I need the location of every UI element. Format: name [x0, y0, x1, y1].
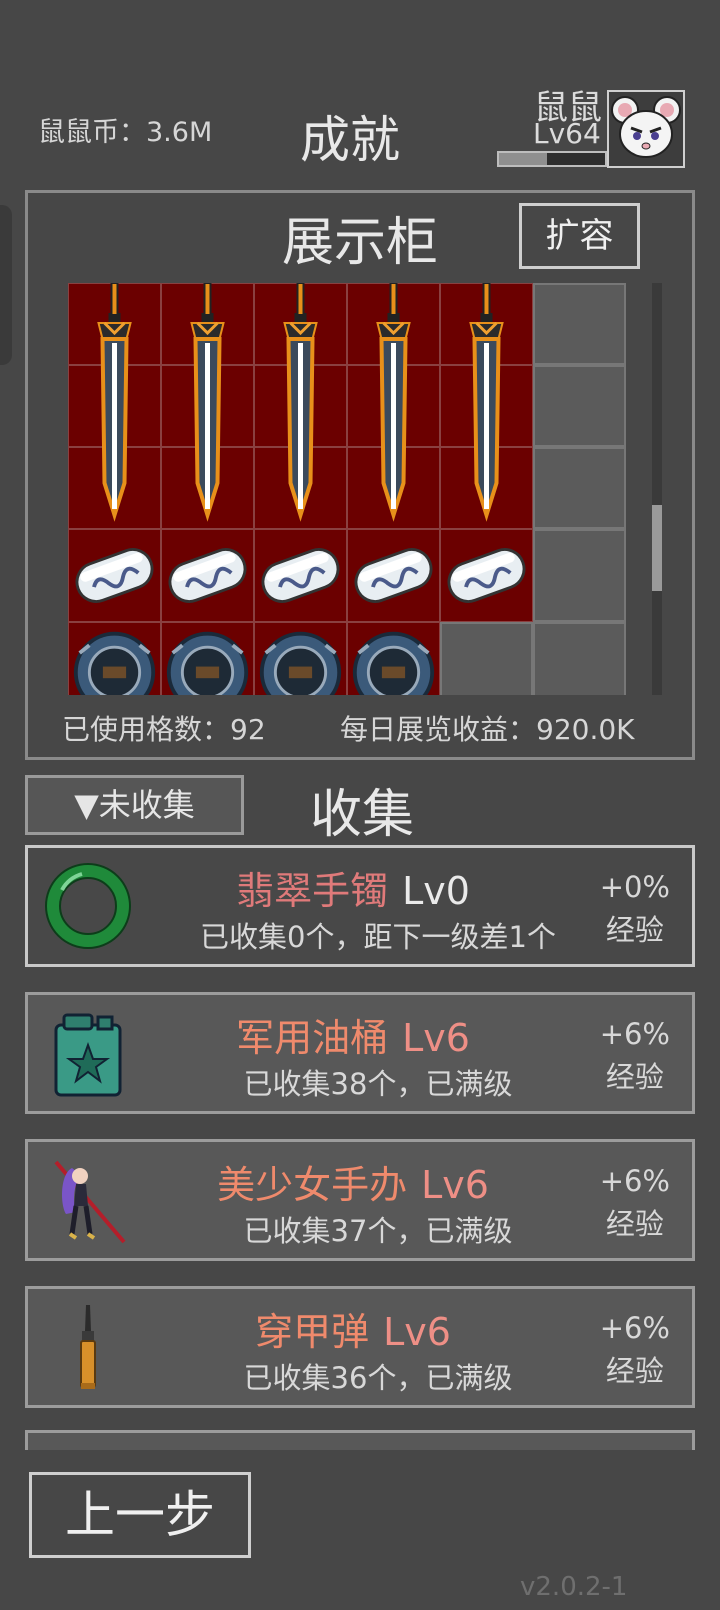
version-label: v2.0.2-1: [520, 1572, 628, 1602]
watch-icon: [256, 624, 345, 695]
watch-icon: [70, 624, 159, 695]
showcase-slot-empty[interactable]: [533, 529, 626, 622]
back-button[interactable]: 上一步: [29, 1472, 251, 1558]
collection-card-partial[interactable]: [25, 1430, 695, 1450]
showcase-slot-empty[interactable]: [533, 283, 626, 365]
watch-icon: [349, 624, 438, 695]
sword-icon: [347, 283, 440, 529]
item-level: Lv6: [383, 1310, 451, 1354]
item-progress: 已收集0个，距下一级差1个: [200, 920, 556, 954]
item-name: 穿甲弹: [255, 1310, 370, 1354]
pill-capsule-icon: [70, 531, 159, 620]
expand-button[interactable]: 扩容: [519, 203, 640, 269]
sword-icon: [440, 283, 533, 529]
jerry-can-icon: [54, 1013, 122, 1097]
exp-bonus: +6%: [599, 1017, 670, 1051]
item-level: Lv0: [402, 869, 470, 913]
item-name: 美少女手办: [217, 1163, 408, 1207]
jade-bracelet-icon: [45, 863, 131, 949]
pill-capsule-icon: [442, 531, 531, 620]
item-progress: 已收集37个，已满级: [243, 1214, 513, 1248]
side-drawer-handle[interactable]: [0, 205, 12, 365]
collection-card-jade-bracelet[interactable]: 翡翠手镯 Lv0 已收集0个，距下一级差1个 +0% 经验: [25, 845, 695, 967]
exp-bonus-label: 经验: [605, 1207, 664, 1241]
pill-capsule-icon: [163, 531, 252, 620]
collection-title: 收集: [310, 785, 415, 845]
exp-bonus-label: 经验: [605, 913, 664, 947]
mouse-avatar-icon: [611, 96, 681, 158]
pill-capsule-icon: [349, 531, 438, 620]
anime-figure-icon: [54, 1160, 126, 1244]
showcase-scrollbar[interactable]: [652, 283, 662, 695]
showcase-slot-empty[interactable]: [440, 622, 533, 695]
showcase-slot-empty[interactable]: [533, 447, 626, 529]
item-name: 军用油桶: [236, 1016, 389, 1060]
pill-capsule-icon: [256, 531, 345, 620]
experience-bar-fill: [499, 153, 547, 165]
item-level: Lv6: [421, 1163, 489, 1207]
sword-icon: [68, 283, 161, 529]
page-title: 成就: [300, 111, 400, 169]
exp-bonus: +0%: [599, 870, 670, 904]
used-slots: 已使用格数：92: [62, 713, 266, 746]
player-avatar[interactable]: [607, 90, 685, 168]
collection-card-armor-piercing-bullet[interactable]: 穿甲弹 Lv6 已收集36个，已满级 +6% 经验: [25, 1286, 695, 1408]
player-level: Lv64: [533, 117, 601, 150]
sword-icon: [161, 283, 254, 529]
experience-bar: [497, 151, 607, 167]
exp-bonus-label: 经验: [605, 1060, 664, 1094]
item-progress: 已收集36个，已满级: [243, 1361, 513, 1395]
exp-bonus-label: 经验: [605, 1354, 664, 1388]
showcase-slot-empty[interactable]: [533, 622, 626, 695]
coin-balance: 鼠鼠币：3.6M: [38, 117, 213, 148]
item-progress: 已收集38个，已满级: [243, 1067, 513, 1101]
scrollbar-thumb[interactable]: [652, 505, 662, 591]
item-level: Lv6: [402, 1016, 470, 1060]
collection-card-anime-figure[interactable]: 美少女手办 Lv6 已收集37个，已满级 +6% 经验: [25, 1139, 695, 1261]
item-name: 翡翠手镯: [236, 869, 389, 913]
watch-icon: [163, 624, 252, 695]
armor-piercing-bullet-icon: [80, 1305, 96, 1389]
sword-icon: [254, 283, 347, 529]
exp-bonus: +6%: [599, 1311, 670, 1345]
showcase-slot-empty[interactable]: [533, 365, 626, 447]
showcase-grid[interactable]: [68, 283, 641, 695]
daily-income: 每日展览收益：920.0K: [340, 713, 635, 746]
exp-bonus: +6%: [599, 1164, 670, 1198]
showcase-title: 展示柜: [282, 213, 439, 273]
uncollected-filter-button[interactable]: ▼未收集: [25, 775, 244, 835]
collection-card-jerry-can[interactable]: 军用油桶 Lv6 已收集38个，已满级 +6% 经验: [25, 992, 695, 1114]
